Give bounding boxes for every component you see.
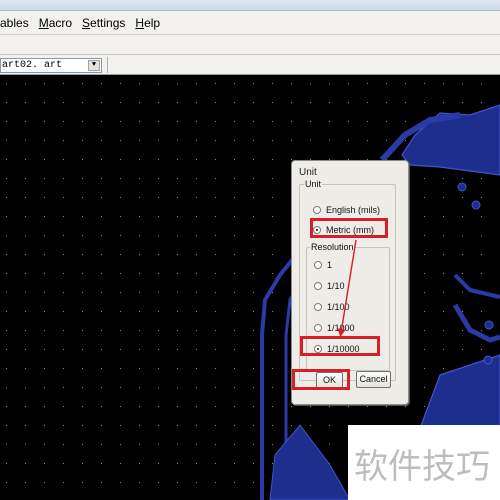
watermark-box: 软件技巧 xyxy=(348,425,500,500)
watermark-text: 软件技巧 xyxy=(354,447,490,487)
